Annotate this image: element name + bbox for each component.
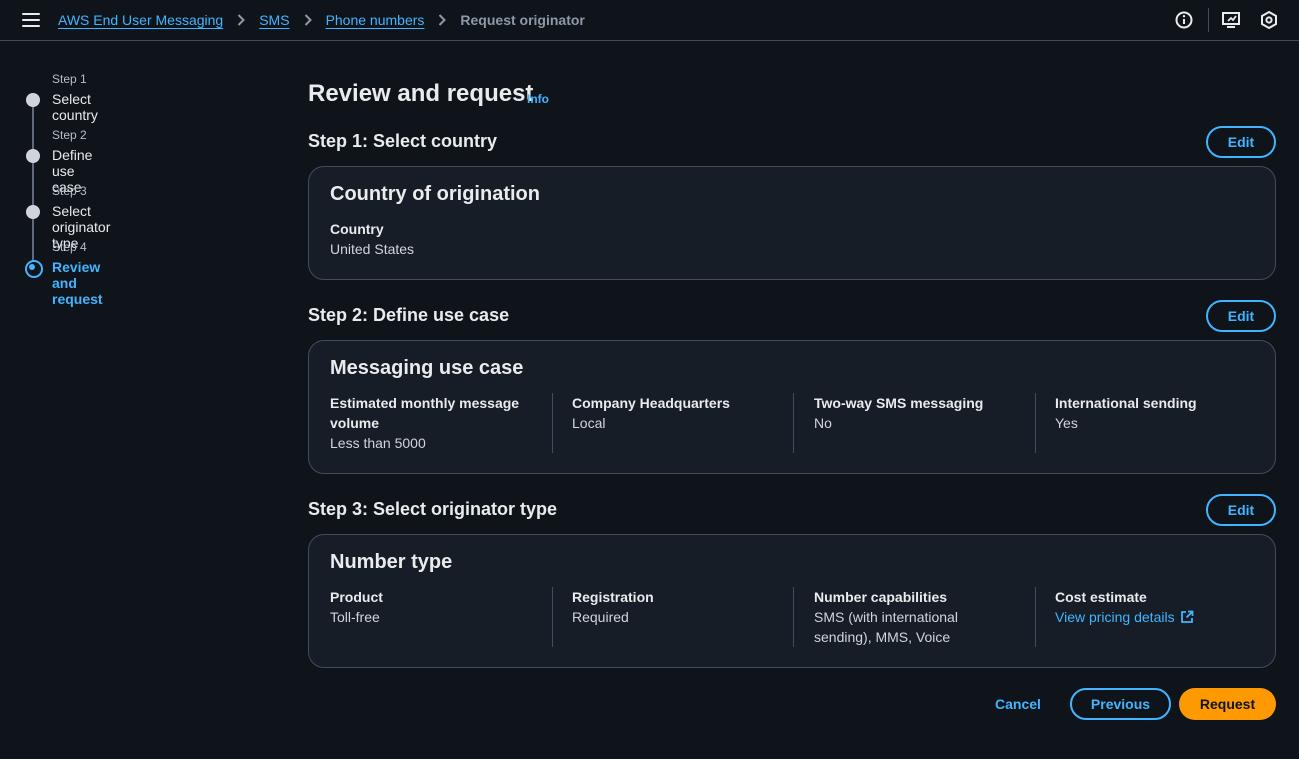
field-key: Product [330,589,383,605]
field-value: No [814,415,832,431]
section-heading-step-3: Step 3: Select originator type [308,499,558,519]
step-number: Step 1 [52,72,87,86]
field-international-sending: International sending Yes [1055,393,1275,433]
number-type-card: Number type Product Toll-free Registrati… [308,534,1276,668]
view-pricing-details-link[interactable]: View pricing details [1055,607,1194,627]
step-3-indicator [26,205,40,219]
column-divider [1035,587,1036,647]
field-value: Yes [1055,415,1078,431]
field-value: Local [572,415,606,431]
step-4-indicator-active [25,260,43,278]
step-4: Step 4 Review and request [52,240,103,307]
step-label-active: Review and request [52,259,103,307]
field-number-capabilities: Number capabilities SMS (with internatio… [814,587,984,647]
breadcrumb: AWS End User Messaging SMS Phone numbers… [58,12,585,28]
field-key: Estimated monthly message volume [330,395,520,431]
previous-button[interactable]: Previous [1070,688,1171,720]
card-title: Country of origination [330,183,540,205]
external-link-icon [1180,610,1194,624]
chevron-right-icon [438,14,447,26]
field-two-way-sms: Two-way SMS messaging No [814,393,1034,433]
screen-icon[interactable] [1221,10,1241,30]
edit-step-2-button[interactable]: Edit [1206,300,1276,332]
step-1-indicator [26,93,40,107]
field-company-headquarters: Company Headquarters Local [572,393,792,433]
field-value: Less than 5000 [330,435,426,451]
cancel-button[interactable]: Cancel [980,688,1056,720]
field-product: Product Toll-free [330,587,550,627]
column-divider [552,393,553,453]
step-number: Step 2 [52,128,87,142]
field-cost-estimate: Cost estimate View pricing details [1055,587,1275,627]
step-connector [32,106,34,149]
chevron-right-icon [304,14,312,26]
page-title: Review and request [308,80,534,107]
column-divider [793,393,794,453]
settings-icon[interactable] [1259,10,1279,30]
edit-step-3-button[interactable]: Edit [1206,494,1276,526]
link-text: View pricing details [1055,609,1175,625]
column-divider [552,587,553,647]
field-registration: Registration Required [572,587,792,627]
field-value: Toll-free [330,609,380,625]
field-key: Two-way SMS messaging [814,395,984,411]
request-button[interactable]: Request [1179,688,1276,720]
field-key: Registration [572,589,654,605]
field-country: Country United States [330,219,550,259]
step-connector [32,218,34,261]
breadcrumb-aws-end-user-messaging[interactable]: AWS End User Messaging [58,12,223,28]
use-case-card: Messaging use case Estimated monthly mes… [308,340,1276,474]
toolbar-divider [1208,8,1209,32]
section-heading-step-2: Step 2: Define use case [308,305,510,325]
field-key: Number capabilities [814,589,948,605]
step-2-indicator [26,149,40,163]
column-divider [793,587,794,647]
step-number: Step 3 [52,184,87,198]
card-title: Messaging use case [330,357,524,379]
field-value-wrap: View pricing details [1055,607,1275,627]
step-number: Step 4 [52,240,87,254]
info-link[interactable]: Info [527,92,549,106]
breadcrumb-current: Request originator [460,12,585,28]
step-connector [32,162,34,205]
chevron-right-icon [237,14,246,26]
edit-step-1-button[interactable]: Edit [1206,126,1276,158]
field-value: Required [572,609,629,625]
field-key: Company Headquarters [572,395,730,411]
step-1[interactable]: Step 1 Select country [52,72,98,123]
field-value: United States [330,241,415,257]
column-divider [1035,393,1036,453]
info-circle-icon[interactable] [1174,10,1194,30]
menu-icon[interactable] [22,13,40,29]
country-card: Country of origination Country United St… [308,166,1276,280]
breadcrumb-phone-numbers[interactable]: Phone numbers [326,12,425,28]
field-key: Country [330,221,384,237]
breadcrumb-sms[interactable]: SMS [259,12,289,28]
field-monthly-volume: Estimated monthly message volume Less th… [330,393,530,453]
field-key: Cost estimate [1055,589,1147,605]
field-key: International sending [1055,395,1197,411]
step-label: Select country [52,91,98,123]
section-heading-step-1: Step 1: Select country [308,131,498,151]
card-title: Number type [330,551,453,573]
field-value: SMS (with international sending), MMS, V… [814,609,958,645]
top-navigation-bar: AWS End User Messaging SMS Phone numbers… [0,0,1299,41]
